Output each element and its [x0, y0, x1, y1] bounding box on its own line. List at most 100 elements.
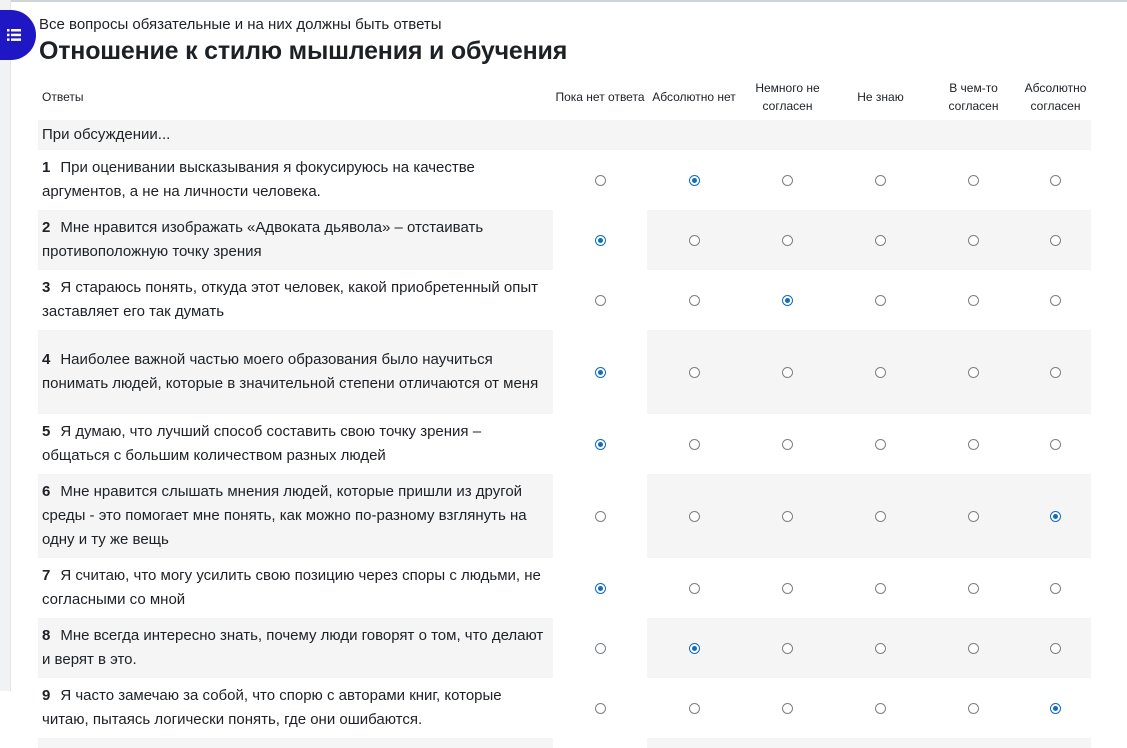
question-text: 6 Мне нравится слышать мнения людей, кото…	[38, 474, 553, 558]
option-cell	[834, 678, 927, 738]
answer-radio[interactable]	[875, 366, 886, 378]
option-cell	[741, 150, 834, 210]
answer-radio[interactable]	[688, 234, 700, 246]
answer-radio[interactable]	[1050, 438, 1061, 450]
option-cell	[927, 618, 1020, 678]
answer-radio[interactable]	[782, 366, 793, 378]
option-cell	[1020, 738, 1091, 748]
answer-radio[interactable]	[1050, 510, 1061, 522]
question-label: При оценивании высказывания я фокусируюс…	[42, 159, 475, 200]
answer-radio[interactable]	[782, 510, 793, 522]
answer-radio[interactable]	[594, 294, 606, 306]
option-cell	[647, 414, 741, 474]
option-cell	[1020, 678, 1091, 738]
answer-radio[interactable]	[782, 702, 793, 714]
question-text: 8 Мне всегда интересно знать, почему люди…	[38, 618, 553, 678]
answer-radio[interactable]	[968, 294, 979, 306]
answer-radio[interactable]	[875, 510, 886, 522]
answer-radio[interactable]	[1050, 582, 1061, 594]
answer-radio[interactable]	[688, 366, 700, 378]
option-cell	[834, 210, 927, 270]
answer-radio[interactable]	[968, 174, 979, 186]
answer-radio[interactable]	[782, 438, 793, 450]
question-number: 5	[42, 423, 51, 440]
answer-radio[interactable]	[782, 582, 793, 594]
left-drawer-strip	[0, 0, 11, 691]
column-header: Абсолютно нет	[652, 90, 736, 104]
answer-radio[interactable]	[1050, 642, 1061, 654]
answer-radio[interactable]	[968, 510, 979, 522]
answer-radio[interactable]	[875, 642, 886, 654]
question-number: 9	[42, 687, 51, 704]
option-cell	[1020, 150, 1091, 210]
option-cell	[1020, 210, 1091, 270]
answer-radio[interactable]	[594, 642, 606, 654]
answer-radio[interactable]	[875, 702, 886, 714]
option-cell	[834, 738, 927, 748]
option-cell	[647, 474, 741, 558]
answer-radio[interactable]	[875, 234, 886, 246]
answer-radio[interactable]	[688, 642, 700, 654]
question-label: Мне всегда интересно знать, почему люди …	[42, 627, 544, 668]
question-row: 6 Мне нравится слышать мнения людей, кото…	[38, 474, 1091, 558]
answer-radio[interactable]	[875, 294, 886, 306]
answer-radio[interactable]	[594, 702, 606, 714]
answer-radio[interactable]	[875, 438, 886, 450]
option-cell	[927, 330, 1020, 414]
answer-radio[interactable]	[1050, 702, 1061, 714]
answer-radio[interactable]	[875, 174, 886, 186]
answer-radio[interactable]	[688, 510, 700, 522]
answer-radio[interactable]	[688, 174, 700, 186]
answer-radio[interactable]	[688, 582, 700, 594]
option-cell	[553, 150, 647, 210]
option-cell	[741, 738, 834, 748]
answer-radio[interactable]	[968, 582, 979, 594]
answer-radio[interactable]	[594, 510, 606, 522]
answer-radio[interactable]	[782, 234, 793, 246]
question-text: 3Я стараюсь понять, откуда этот человек,…	[38, 270, 553, 330]
course-index-drawer-button[interactable]	[0, 10, 36, 60]
option-cell	[647, 270, 741, 330]
answer-radio[interactable]	[1050, 174, 1061, 186]
option-cell	[647, 150, 741, 210]
option-cell	[741, 678, 834, 738]
question-row	[38, 738, 1091, 748]
answer-radio[interactable]	[782, 642, 793, 654]
answer-radio[interactable]	[594, 366, 606, 378]
answer-radio[interactable]	[1050, 294, 1061, 306]
top-border	[0, 0, 1127, 2]
list-icon	[7, 29, 21, 41]
option-cell	[927, 738, 1020, 748]
question-row: 2 Мне нравится изображать «Адвоката дьяво…	[38, 210, 1091, 270]
option-cell	[553, 330, 647, 414]
option-cell	[927, 558, 1020, 618]
answer-radio[interactable]	[594, 582, 606, 594]
question-row: 3Я стараюсь понять, откуда этот человек,…	[38, 270, 1091, 330]
survey-table: Ответы Пока нет ответа Абсолютно нет Нем…	[38, 74, 1091, 748]
column-header: В чем-то согласен	[948, 81, 999, 113]
answer-radio[interactable]	[688, 438, 700, 450]
answer-radio[interactable]	[968, 366, 979, 378]
answer-radio[interactable]	[968, 642, 979, 654]
header-row: Ответы Пока нет ответа Абсолютно нет Нем…	[38, 74, 1091, 120]
answer-radio[interactable]	[594, 234, 606, 246]
question-label: Я стараюсь понять, откуда этот человек, …	[42, 279, 538, 320]
answer-radio[interactable]	[782, 174, 793, 186]
answer-radio[interactable]	[594, 438, 606, 450]
option-cell	[741, 210, 834, 270]
answer-radio[interactable]	[968, 438, 979, 450]
answer-radio[interactable]	[1050, 234, 1061, 246]
column-header: Не знаю	[857, 90, 904, 104]
answer-radio[interactable]	[594, 174, 606, 186]
column-header: Немного не согласен	[755, 81, 820, 113]
question-number: 3	[42, 279, 51, 296]
option-cell	[553, 474, 647, 558]
answer-radio[interactable]	[1050, 366, 1061, 378]
answer-radio[interactable]	[688, 294, 700, 306]
answer-radio[interactable]	[968, 234, 979, 246]
answer-radio[interactable]	[875, 582, 886, 594]
answer-radio[interactable]	[968, 702, 979, 714]
answer-radio[interactable]	[782, 294, 793, 306]
option-cell	[1020, 618, 1091, 678]
answer-radio[interactable]	[688, 702, 700, 714]
